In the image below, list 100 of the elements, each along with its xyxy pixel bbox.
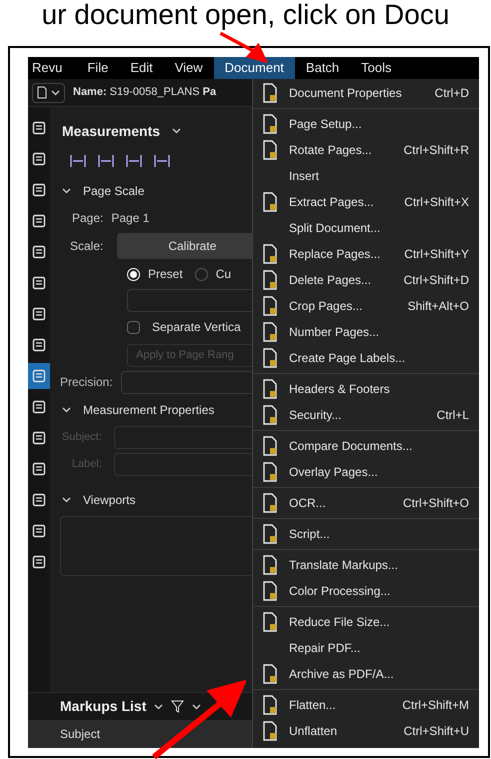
document-icon: [261, 244, 279, 264]
section-heading[interactable]: Page Scale: [83, 182, 144, 200]
shortcut: Ctrl+Shift+X: [404, 194, 469, 211]
document-icon: [261, 296, 279, 316]
document-icon: [261, 140, 279, 160]
menu-entry[interactable]: Page Setup...: [253, 111, 479, 137]
shortcut: Ctrl+Shift+Y: [404, 246, 469, 263]
document-icon: [261, 114, 279, 134]
document-icon: [261, 379, 279, 399]
panel-icon: [32, 183, 46, 197]
section-heading[interactable]: Viewports: [83, 490, 136, 508]
document-icon: [261, 612, 279, 632]
panel-icon: [32, 431, 46, 445]
panel-icon: [32, 214, 46, 228]
document-icon: [261, 83, 279, 103]
panel-icon: [32, 121, 46, 135]
markups-title[interactable]: Markups List: [60, 696, 146, 717]
field-label: Scale:: [70, 238, 104, 255]
measure-tool-icon[interactable]: [154, 154, 170, 168]
menu-entry[interactable]: Color Processing...: [253, 578, 479, 604]
document-icon: [261, 524, 279, 544]
menu-entry[interactable]: Delete Pages... Ctrl+Shift+D: [253, 267, 479, 293]
document-icon: [261, 192, 279, 212]
menu-entry[interactable]: Security... Ctrl+L: [253, 402, 479, 428]
menu-entry[interactable]: Archive as PDF/A...: [253, 661, 479, 687]
menu-entry[interactable]: Compare Documents...: [253, 433, 479, 459]
field-label: Precision:: [60, 374, 113, 391]
menu-entry[interactable]: Number Pages...: [253, 319, 479, 345]
document-icon: [261, 721, 279, 741]
menu-item[interactable]: Revu: [28, 57, 76, 79]
panel-icon: [32, 152, 46, 166]
panel-icon: [32, 555, 46, 569]
menu-entry[interactable]: Headers & Footers: [253, 376, 479, 402]
menu-entry[interactable]: Repair PDF...: [253, 635, 479, 661]
menu-entry[interactable]: Reduce File Size...: [253, 609, 479, 635]
shortcut: Ctrl+Shift+D: [404, 272, 469, 289]
section-heading[interactable]: Measurement Properties: [83, 400, 214, 418]
menu-item[interactable]: Batch: [294, 57, 350, 79]
menu-entry[interactable]: Script...: [253, 521, 479, 547]
menu-entry[interactable]: Rotate Pages... Ctrl+Shift+R: [253, 137, 479, 163]
panel-icon: [32, 338, 46, 352]
menu-entry[interactable]: Create Page Labels...: [253, 345, 479, 371]
menu-entry[interactable]: Overlay Pages...: [253, 459, 479, 485]
chevron-down-icon: [51, 90, 60, 96]
page-value: Page 1: [111, 210, 150, 227]
radio-label: Cu: [216, 266, 232, 283]
document-icon: [261, 322, 279, 342]
panel-icon: [32, 462, 46, 476]
chevron-down-icon: [172, 128, 182, 134]
document-icon: [261, 664, 279, 684]
shortcut: Ctrl+Shift+M: [402, 697, 469, 714]
menu-item[interactable]: Edit: [119, 57, 164, 79]
document-icon: [261, 270, 279, 290]
menu-item[interactable]: Tools: [350, 57, 403, 79]
radio-button[interactable]: [194, 268, 208, 280]
chevron-down-icon: [192, 704, 202, 710]
document-icon: [261, 581, 279, 601]
menu-entry[interactable]: Translate Markups...: [253, 552, 479, 578]
file-icon: [37, 86, 47, 99]
menu-entry[interactable]: Unflatten Ctrl+Shift+U: [253, 718, 479, 744]
panel-icon: [32, 400, 46, 414]
chevron-down-icon: [62, 496, 71, 502]
menu-item[interactable]: View: [164, 57, 214, 79]
measure-tool-icon[interactable]: [70, 154, 86, 168]
panel-title: Measurements: [62, 122, 160, 140]
document-icon: [261, 555, 279, 575]
menu-entry[interactable]: Insert: [253, 163, 479, 189]
document-name: Name: S19-0058_PLANS Pa: [73, 85, 216, 100]
menu-item[interactable]: Document: [214, 57, 295, 79]
menu-entry[interactable]: Crop Pages... Shift+Alt+O: [253, 293, 479, 319]
menu-entry[interactable]: OCR... Ctrl+Shift+O: [253, 490, 479, 516]
menu-entry[interactable]: Flatten... Ctrl+Shift+M: [253, 692, 479, 718]
shortcut: Ctrl+Shift+O: [402, 495, 469, 512]
checkbox[interactable]: [127, 320, 140, 334]
panel-icon: [32, 493, 46, 507]
shortcut: Ctrl+Shift+R: [404, 142, 469, 159]
shortcut: Ctrl+Shift+U: [404, 723, 469, 740]
document-icon: [261, 493, 279, 513]
chevron-down-icon: [62, 188, 71, 194]
panel-icon: [32, 245, 46, 259]
measure-tool-icon[interactable]: [126, 154, 142, 168]
shortcut: Ctrl+L: [436, 407, 469, 424]
column-header[interactable]: Subject: [60, 725, 100, 743]
shortcut: Ctrl+D: [434, 85, 469, 102]
menu-entry[interactable]: Extract Pages... Ctrl+Shift+X: [253, 189, 479, 215]
caption: ur document open, click on Docu: [42, 0, 450, 30]
filter-icon[interactable]: [171, 700, 184, 713]
panel-icon: [32, 369, 46, 383]
chevron-down-icon: [62, 406, 71, 412]
document-icon: [261, 405, 279, 425]
panel-icon: [32, 276, 46, 290]
document-icon: [261, 436, 279, 456]
panel-icon: [32, 524, 46, 538]
document-icon: [261, 462, 279, 482]
measure-tool-icon[interactable]: [98, 154, 114, 168]
file-button[interactable]: [32, 82, 65, 102]
chevron-down-icon: [154, 704, 164, 710]
menu-item[interactable]: File: [76, 57, 120, 79]
document-icon: [261, 348, 279, 368]
menu-entry[interactable]: Document Properties Ctrl+D: [253, 80, 479, 106]
